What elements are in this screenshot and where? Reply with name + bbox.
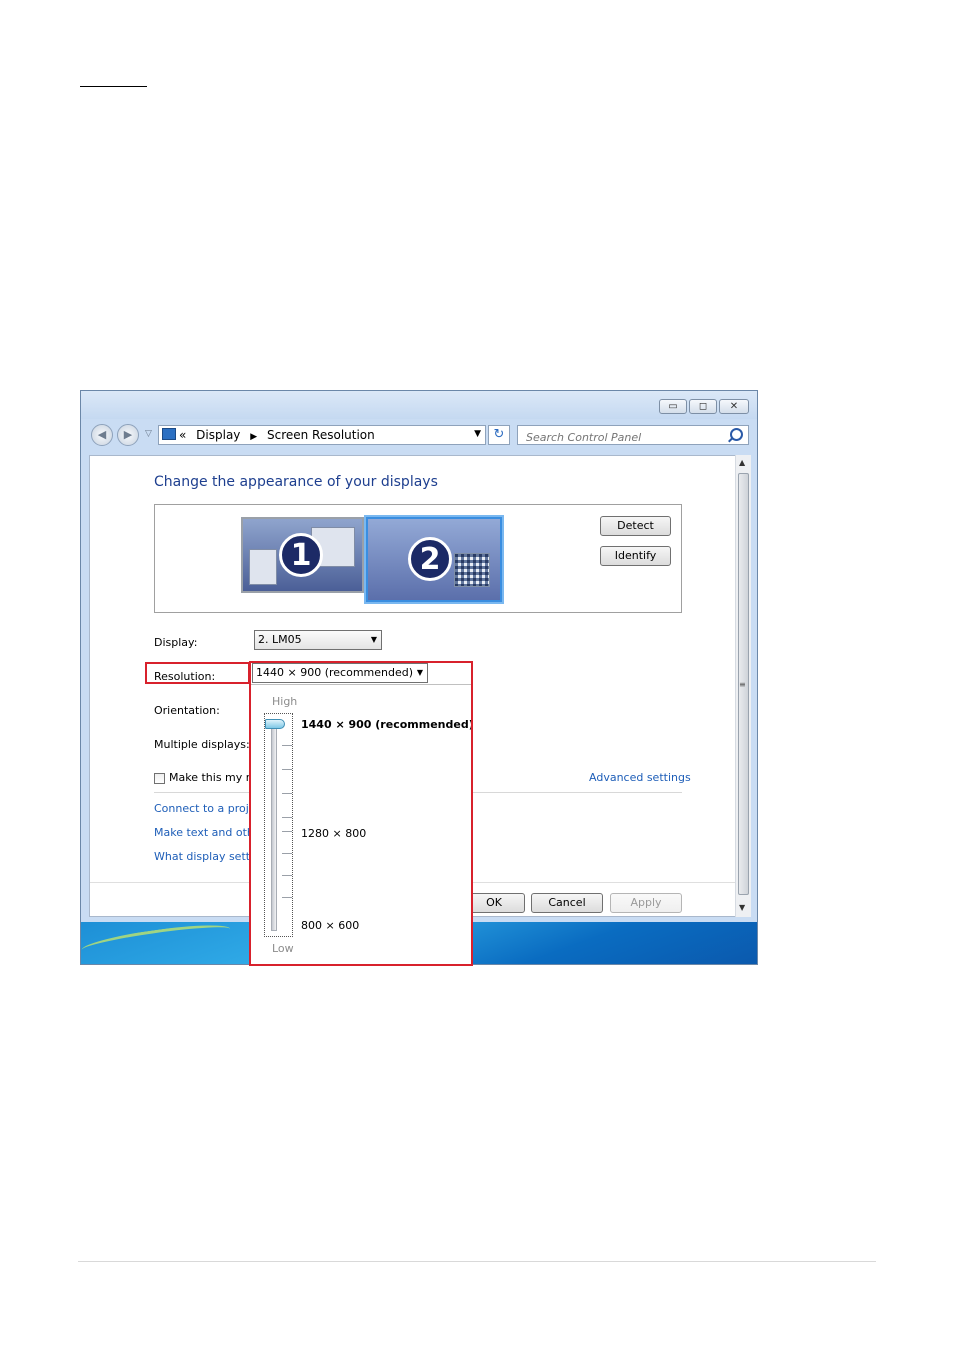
breadcrumb-overflow[interactable]: « — [179, 428, 186, 442]
make-main-display-checkbox[interactable] — [154, 773, 165, 784]
close-button[interactable]: ✕ — [719, 399, 749, 414]
navigation-bar: ◀ ▶ ▽ « Display ▶ Screen Resolution ▼ ↻ — [81, 421, 757, 449]
display-label: Display: — [154, 636, 198, 649]
monitor-preview: 1 2 Detect Identify — [154, 504, 682, 613]
advanced-settings-link[interactable]: Advanced settings — [589, 771, 691, 784]
resolution-highlight-box — [145, 662, 250, 684]
title-bar: ▭ ◻ ✕ — [81, 391, 757, 419]
multiple-displays-label: Multiple displays: — [154, 738, 250, 751]
maximize-button[interactable]: ◻ — [689, 399, 717, 414]
breadcrumb: « Display ▶ Screen Resolution — [179, 428, 381, 442]
monitor-2[interactable]: 2 — [366, 517, 502, 602]
monitor-1[interactable]: 1 — [241, 517, 364, 593]
search-input[interactable] — [524, 428, 728, 447]
page-title: Change the appearance of your displays — [154, 474, 438, 490]
display-settings-help-link[interactable]: What display settin — [154, 850, 260, 863]
wallpaper-swoosh — [81, 919, 232, 960]
scroll-grip-icon: ≡ — [739, 680, 746, 689]
monitor-window-graphic — [249, 549, 277, 585]
text-size-link[interactable]: Make text and othe — [154, 826, 261, 839]
monitor-grid-graphic — [454, 553, 490, 587]
connect-projector-link[interactable]: Connect to a projec — [154, 802, 262, 815]
chevron-down-icon: ▼ — [370, 635, 377, 644]
search-box[interactable] — [517, 425, 749, 447]
footer-rule — [78, 1261, 876, 1262]
control-panel-icon — [162, 428, 176, 440]
monitor-number: 1 — [279, 533, 323, 577]
recent-pages-dropdown-icon[interactable]: ▽ — [145, 429, 152, 439]
monitor-number: 2 — [408, 537, 452, 581]
scroll-up-icon[interactable]: ▲ — [739, 458, 745, 467]
vertical-scrollbar[interactable]: ▲ ≡ ▼ — [735, 455, 751, 917]
breadcrumb-display[interactable]: Display — [196, 428, 240, 442]
address-bar[interactable]: « Display ▶ Screen Resolution ▼ — [158, 425, 486, 445]
apply-button[interactable]: Apply — [610, 893, 682, 913]
resolution-popup-highlight-box — [249, 661, 473, 966]
make-main-display-label[interactable]: Make this my m — [169, 771, 256, 784]
display-select-value: 2. LM05 — [258, 633, 302, 646]
window-controls: ▭ ◻ ✕ — [659, 399, 749, 414]
display-select[interactable]: 2. LM05 ▼ — [254, 630, 382, 650]
refresh-button[interactable]: ↻ — [488, 425, 510, 445]
breadcrumb-separator-icon[interactable]: ▶ — [250, 432, 257, 442]
identify-button[interactable]: Identify — [600, 546, 671, 566]
orientation-label: Orientation: — [154, 704, 220, 717]
header-rule — [80, 86, 147, 87]
breadcrumb-screen-resolution[interactable]: Screen Resolution — [267, 428, 375, 442]
minimize-button[interactable]: ▭ — [659, 399, 687, 414]
address-dropdown-icon[interactable]: ▼ — [474, 429, 481, 439]
scroll-down-icon[interactable]: ▼ — [739, 903, 745, 912]
forward-button[interactable]: ▶ — [117, 424, 139, 446]
cancel-button[interactable]: Cancel — [531, 893, 603, 913]
back-button[interactable]: ◀ — [91, 424, 113, 446]
detect-button[interactable]: Detect — [600, 516, 671, 536]
search-icon[interactable] — [730, 428, 743, 441]
